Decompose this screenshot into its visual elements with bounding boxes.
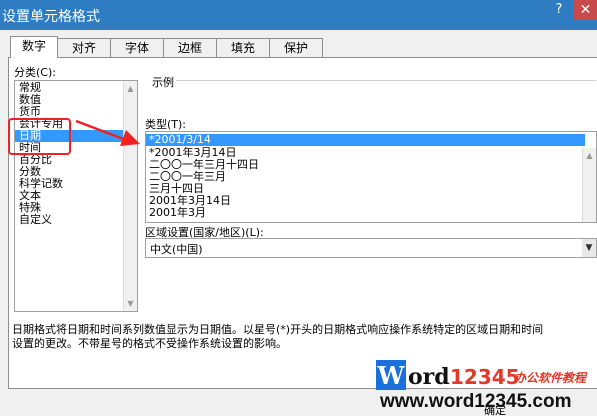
description-line-2: 设置的更改。不带星号的格式不受操作系统设置的影响。 [12, 337, 287, 350]
svg-text:12345: 12345 [450, 365, 520, 389]
scroll-down-icon[interactable]: ▼ [126, 299, 135, 308]
locale-select[interactable]: 中文(中国) ▼ [145, 238, 597, 258]
svg-text:办公软件教程: 办公软件教程 [513, 371, 588, 385]
tab-fill[interactable]: 填充 [216, 38, 270, 57]
scroll-up-icon[interactable]: ▲ [585, 151, 594, 160]
window-title: 设置单元格格式 [2, 9, 100, 25]
category-item[interactable]: 自定义 [19, 214, 52, 226]
chevron-down-icon[interactable]: ▼ [582, 239, 596, 257]
scroll-up-icon[interactable]: ▲ [126, 84, 135, 93]
arrow-icon [75, 119, 140, 146]
sample-group: 示例 [144, 72, 596, 112]
category-scrollbar[interactable]: ▲ ▼ [123, 81, 137, 311]
title-bar: 设置单元格格式 ? ✕ [0, 0, 597, 30]
tab-font[interactable]: 字体 [110, 38, 164, 57]
highlight-box [8, 118, 71, 155]
tab-protection[interactable]: 保护 [269, 38, 323, 57]
type-list[interactable]: *2001/3/14 *2001年3月14日 二〇〇一年三月十四日 二〇〇一年三… [145, 131, 597, 223]
watermark-url: www.word12345.com [380, 391, 572, 412]
category-label: 分类(C): [14, 66, 56, 79]
tab-alignment[interactable]: 对齐 [57, 38, 111, 57]
tab-number[interactable]: 数字 [10, 36, 58, 58]
help-icon[interactable]: ? [552, 2, 566, 18]
watermark: W ord 12345 办公软件教程 www.word12345.com [372, 358, 597, 415]
close-button[interactable]: ✕ [574, 0, 597, 20]
format-description: 日期格式将日期和时间系列数值显示为日期值。以星号(*)开头的日期格式响应操作系统… [12, 323, 597, 351]
locale-value: 中文(中国) [150, 243, 203, 256]
category-list[interactable]: 常规 数值 货币 会计专用 日期 时间 百分比 分数 科学记数 文本 特殊 自定… [14, 80, 138, 312]
type-label: 类型(T): [145, 118, 187, 131]
type-item[interactable]: 2001年3月 [149, 207, 206, 219]
svg-text:W: W [377, 361, 406, 390]
sample-label: 示例 [150, 74, 176, 90]
type-item-selected[interactable]: *2001/3/14 [146, 134, 585, 146]
description-line-1: 日期格式将日期和时间系列数值显示为日期值。以星号(*)开头的日期格式响应操作系统… [12, 323, 544, 336]
svg-text:ord: ord [408, 364, 450, 390]
tab-border[interactable]: 边框 [163, 38, 217, 57]
type-scrollbar[interactable]: ▲ [582, 148, 596, 222]
sample-divider [170, 80, 596, 81]
